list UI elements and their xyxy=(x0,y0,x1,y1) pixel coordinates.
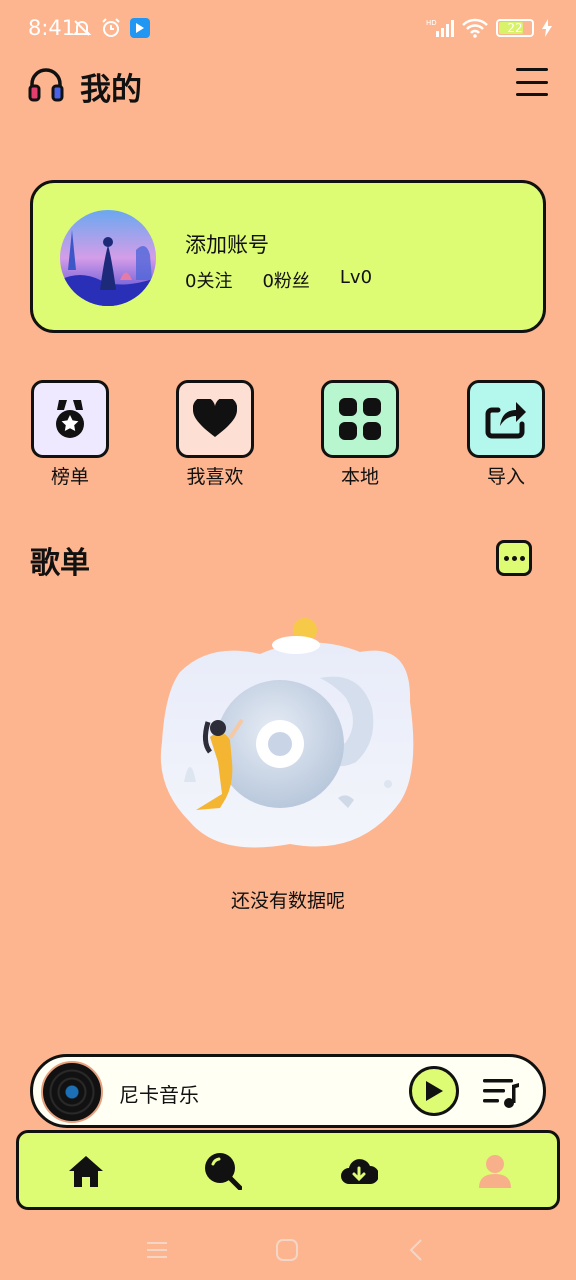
fans-count[interactable]: 0粉丝 xyxy=(262,267,309,293)
quick-action-charts[interactable]: 榜单 xyxy=(31,380,109,490)
quick-action-local-box[interactable] xyxy=(321,380,399,458)
quick-action-import-label: 导入 xyxy=(486,466,525,488)
quick-action-import[interactable]: 导入 xyxy=(467,380,545,490)
empty-state-illustration xyxy=(160,618,414,848)
search-icon xyxy=(205,1153,242,1190)
share-import-icon xyxy=(485,402,526,439)
vinyl-disc-icon[interactable] xyxy=(41,1061,103,1123)
tab-profile[interactable] xyxy=(475,1151,515,1191)
quick-action-favorites-label: 我喜欢 xyxy=(186,466,244,488)
quick-action-favorites[interactable]: 我喜欢 xyxy=(176,380,254,490)
battery-level: 22 xyxy=(507,21,523,35)
app-notification-icon xyxy=(130,18,150,38)
page-header: 我的 xyxy=(28,60,548,110)
back-icon[interactable] xyxy=(403,1236,431,1264)
playlist-queue-icon[interactable] xyxy=(481,1075,521,1109)
headphones-icon xyxy=(28,68,64,102)
system-navigation-bar xyxy=(0,1222,576,1280)
quick-action-local[interactable]: 本地 xyxy=(321,380,399,490)
user-icon xyxy=(479,1155,511,1188)
tab-download[interactable] xyxy=(339,1151,379,1191)
tab-home[interactable] xyxy=(66,1151,106,1191)
home-circle-icon[interactable] xyxy=(273,1236,301,1264)
quick-action-favorites-box[interactable] xyxy=(176,380,254,458)
hamburger-menu-icon[interactable] xyxy=(516,68,548,96)
page-title: 我的 xyxy=(80,72,142,108)
alarm-icon xyxy=(102,18,120,37)
avatar-image xyxy=(60,210,156,306)
profile-stats: 0关注 0粉丝 Lv0 xyxy=(185,267,402,293)
play-button[interactable] xyxy=(409,1066,459,1116)
play-icon xyxy=(426,1081,443,1101)
recent-apps-icon[interactable] xyxy=(143,1236,171,1264)
mini-player[interactable]: 尼卡音乐 xyxy=(30,1054,546,1128)
level-badge: Lv0 xyxy=(339,267,373,288)
status-time: 8:41 xyxy=(28,16,76,40)
quick-action-import-box[interactable] xyxy=(467,380,545,458)
status-system-icons: HD 22 xyxy=(426,18,552,38)
network-badge: HD xyxy=(426,19,437,27)
charging-icon xyxy=(542,19,552,37)
player-track-title[interactable]: 尼卡音乐 xyxy=(119,1079,199,1108)
signal-icon: HD xyxy=(426,19,454,37)
battery-icon: 22 xyxy=(496,19,534,37)
quick-action-charts-label: 榜单 xyxy=(50,466,89,488)
home-icon xyxy=(69,1156,103,1187)
profile-name[interactable]: 添加账号 xyxy=(185,229,269,259)
profile-card[interactable]: 添加账号 0关注 0粉丝 Lv0 xyxy=(30,180,546,333)
tab-search[interactable] xyxy=(203,1151,243,1191)
status-bar: 8:41 HD 22 xyxy=(0,0,576,60)
heart-icon xyxy=(193,399,237,437)
playlist-section-title: 歌单 xyxy=(30,546,90,581)
status-notification-icons xyxy=(72,17,150,39)
grid-icon xyxy=(339,398,381,440)
empty-state-text: 还没有数据呢 xyxy=(230,890,345,912)
cloud-download-icon xyxy=(341,1159,378,1184)
avatar[interactable] xyxy=(60,210,156,306)
wifi-icon xyxy=(462,18,488,38)
bottom-tab-bar xyxy=(16,1130,560,1210)
follows-count[interactable]: 0关注 xyxy=(185,267,232,293)
quick-action-local-label: 本地 xyxy=(340,466,379,488)
quick-action-charts-box[interactable] xyxy=(31,380,109,458)
mute-bell-icon xyxy=(72,20,92,36)
more-dots-icon[interactable] xyxy=(496,540,532,576)
medal-icon xyxy=(56,400,84,438)
